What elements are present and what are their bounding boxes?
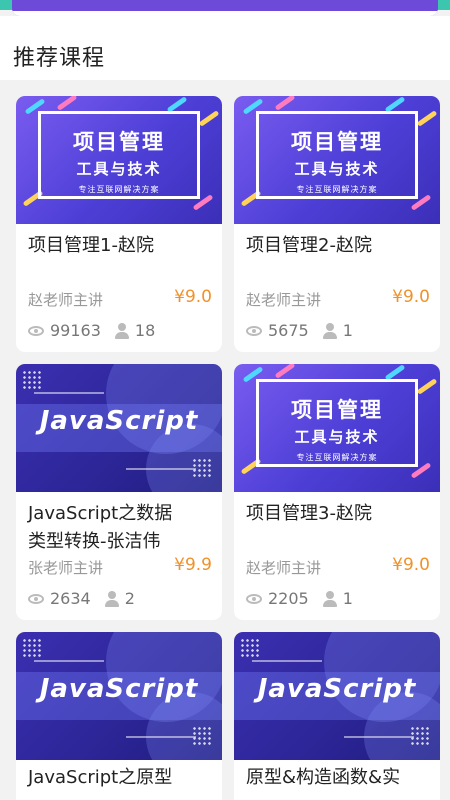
thumbnail-subtitle: 工具与技术 (294, 160, 380, 178)
user-icon (104, 590, 119, 607)
eye-icon (246, 325, 262, 336)
course-stats: 99163 18 (28, 321, 169, 340)
user-icon (114, 322, 129, 339)
thumbnail-title: JavaScript (257, 674, 417, 704)
student-count: 18 (134, 321, 156, 340)
view-count: 5675 (268, 321, 309, 340)
thumbnail-frame: 项目管理 工具与技术 专注互联网解决方案 (38, 111, 200, 199)
thumbnail-tagline: 专注互联网解决方案 (78, 185, 160, 194)
course-title[interactable]: JavaScript之数据 类型转换-张洁伟 (28, 500, 172, 556)
course-thumbnail: 项目管理 工具与技术 专注互联网解决方案 (234, 96, 440, 224)
course-title[interactable]: 项目管理3-赵院 (246, 500, 372, 528)
banner-carousel[interactable] (12, 0, 438, 16)
course-stats: 2634 2 (28, 589, 149, 608)
course-title[interactable]: 项目管理2-赵院 (246, 232, 372, 260)
course-stats: 2205 1 (246, 589, 367, 608)
course-thumbnail: JavaScript (16, 364, 222, 492)
student-count: 2 (124, 589, 135, 608)
eye-icon (28, 325, 44, 336)
user-icon (322, 322, 337, 339)
course-title[interactable]: 原型&构造函数&实 (246, 764, 400, 792)
course-teacher: 赵老师主讲 (246, 559, 322, 577)
course-title-line: 类型转换-张洁伟 (28, 531, 161, 552)
thumbnail-frame: 项目管理 工具与技术 专注互联网解决方案 (256, 379, 418, 467)
course-card[interactable]: 项目管理 工具与技术 专注互联网解决方案 项目管理2-赵院 赵老师主讲 ¥9.0… (234, 96, 440, 352)
eye-icon (28, 593, 44, 604)
course-price: ¥9.0 (392, 555, 430, 575)
view-count: 2634 (50, 589, 91, 608)
thumbnail-tagline: 专注互联网解决方案 (296, 185, 378, 194)
course-price: ¥9.0 (174, 287, 212, 307)
course-card[interactable]: JavaScript 原型&构造函数&实 (234, 632, 440, 800)
thumbnail-title: JavaScript (39, 674, 199, 704)
thumbnail-title: 项目管理 (73, 130, 165, 154)
thumbnail-frame: 项目管理 工具与技术 专注互联网解决方案 (256, 111, 418, 199)
course-title-line: JavaScript之数据 (28, 503, 173, 524)
eye-icon (246, 593, 262, 604)
thumbnail-tagline: 专注互联网解决方案 (296, 453, 378, 462)
user-icon (322, 590, 337, 607)
course-card[interactable]: 项目管理 工具与技术 专注互联网解决方案 项目管理3-赵院 赵老师主讲 ¥9.0… (234, 364, 440, 620)
course-title[interactable]: JavaScript之原型 (28, 764, 172, 792)
view-count: 99163 (50, 321, 101, 340)
student-count: 1 (342, 589, 353, 608)
course-title[interactable]: 项目管理1-赵院 (28, 232, 154, 260)
course-card[interactable]: 项目管理 工具与技术 专注互联网解决方案 项目管理1-赵院 赵老师主讲 ¥9.0… (16, 96, 222, 352)
course-teacher: 赵老师主讲 (246, 291, 322, 309)
course-stats: 5675 1 (246, 321, 367, 340)
view-count: 2205 (268, 589, 309, 608)
thumbnail-subtitle: 工具与技术 (76, 160, 162, 178)
course-thumbnail: JavaScript (234, 632, 440, 760)
course-thumbnail: 项目管理 工具与技术 专注互联网解决方案 (234, 364, 440, 492)
thumbnail-title: 项目管理 (291, 130, 383, 154)
section-title: 推荐课程 (13, 46, 106, 71)
thumbnail-title: JavaScript (39, 406, 199, 436)
course-thumbnail: JavaScript (16, 632, 222, 760)
course-teacher: 赵老师主讲 (28, 291, 104, 309)
course-price: ¥9.0 (392, 287, 430, 307)
course-card[interactable]: JavaScript JavaScript之原型 (16, 632, 222, 800)
course-teacher: 张老师主讲 (28, 559, 104, 577)
thumbnail-title: 项目管理 (291, 398, 383, 422)
course-card[interactable]: JavaScript JavaScript之数据 类型转换-张洁伟 张老师主讲 … (16, 364, 222, 620)
student-count: 1 (342, 321, 353, 340)
thumbnail-subtitle: 工具与技术 (294, 428, 380, 446)
course-price: ¥9.9 (174, 555, 212, 575)
course-thumbnail: 项目管理 工具与技术 专注互联网解决方案 (16, 96, 222, 224)
